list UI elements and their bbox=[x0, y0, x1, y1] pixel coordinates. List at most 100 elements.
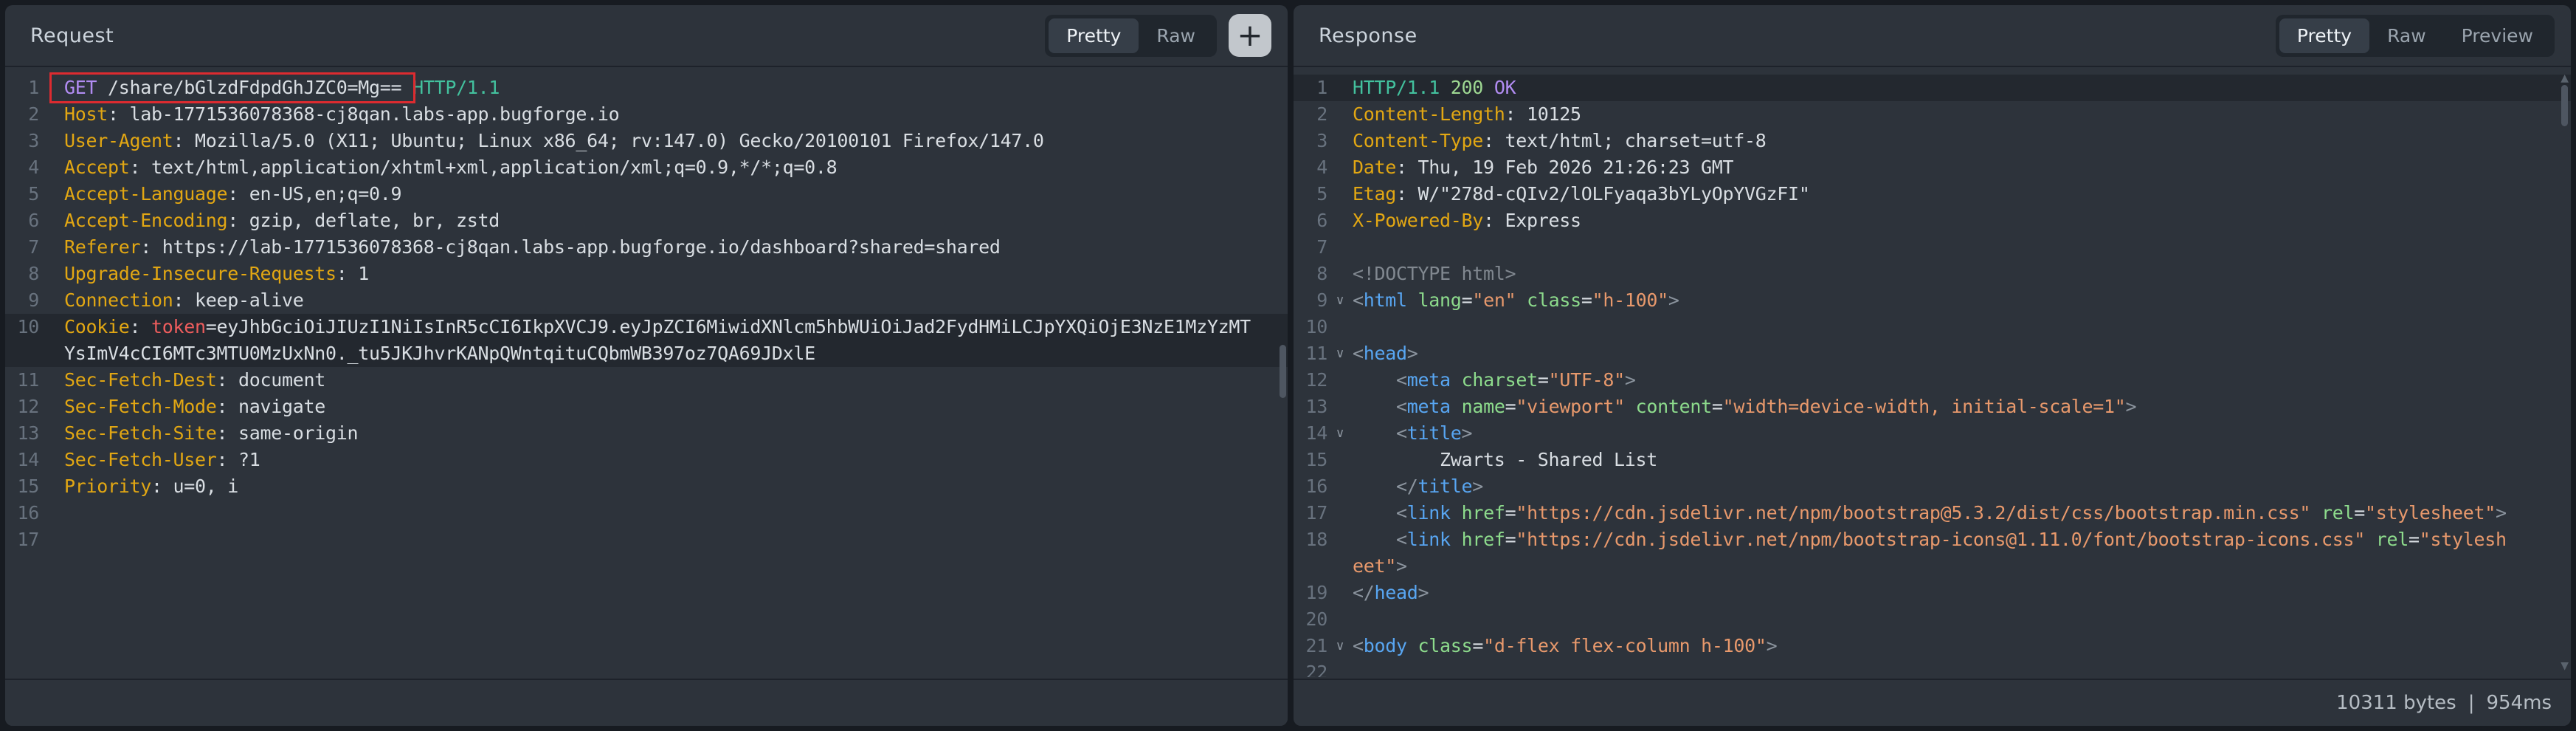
fold-spacer bbox=[39, 128, 64, 154]
code-line[interactable]: 6Accept-Encoding: gzip, deflate, br, zst… bbox=[5, 207, 1288, 234]
code-line[interactable]: 2Content-Length: 10125 bbox=[1294, 101, 2571, 128]
tab-preview[interactable]: Preview bbox=[2444, 18, 2551, 53]
code-line[interactable]: 21∨<body class="d-flex flex-column h-100… bbox=[1294, 633, 2571, 659]
code-line[interactable]: 1GET /share/bGlzdFdpdGhJZC0=Mg== HTTP/1.… bbox=[5, 75, 1288, 101]
request-panel-header: Request PrettyRaw + bbox=[5, 5, 1288, 67]
code-text bbox=[1353, 659, 2571, 677]
code-line[interactable]: 4Accept: text/html,application/xhtml+xml… bbox=[5, 154, 1288, 181]
fold-spacer bbox=[39, 234, 64, 261]
code-line[interactable]: 10 bbox=[1294, 314, 2571, 340]
scroll-up-arrow-icon[interactable]: ▲ bbox=[2561, 73, 2569, 83]
code-line[interactable]: 18 <link href="https://cdn.jsdelivr.net/… bbox=[1294, 526, 2571, 553]
request-scrollbar-thumb[interactable] bbox=[1280, 345, 1286, 398]
request-editor[interactable]: 1GET /share/bGlzdFdpdGhJZC0=Mg== HTTP/1.… bbox=[5, 69, 1288, 677]
code-text: </head> bbox=[1353, 580, 2571, 606]
fold-spacer bbox=[39, 261, 64, 287]
fold-spacer bbox=[1327, 394, 1353, 420]
code-line[interactable]: 17 <link href="https://cdn.jsdelivr.net/… bbox=[1294, 500, 2571, 526]
code-line[interactable]: 4Date: Thu, 19 Feb 2026 21:26:23 GMT bbox=[1294, 154, 2571, 181]
code-text bbox=[64, 526, 1288, 553]
code-line[interactable]: 7Referer: https://lab-1771536078368-cj8q… bbox=[5, 234, 1288, 261]
scroll-down-arrow-icon[interactable]: ▼ bbox=[2561, 661, 2569, 671]
add-request-button[interactable]: + bbox=[1229, 14, 1271, 57]
code-line[interactable]: 16 </title> bbox=[1294, 473, 2571, 500]
code-text: Connection: keep-alive bbox=[64, 287, 1288, 314]
code-text: User-Agent: Mozilla/5.0 (X11; Ubuntu; Li… bbox=[64, 128, 1288, 154]
line-number: 14 bbox=[1294, 420, 1327, 447]
status-separator: | bbox=[2468, 692, 2475, 714]
code-text: <body class="d-flex flex-column h-100"> bbox=[1353, 633, 2571, 659]
line-number: 9 bbox=[1294, 287, 1327, 314]
fold-spacer bbox=[39, 75, 64, 101]
code-line[interactable]: 19</head> bbox=[1294, 580, 2571, 606]
tab-raw[interactable]: Raw bbox=[2369, 18, 2444, 53]
code-line[interactable]: 12Sec-Fetch-Mode: navigate bbox=[5, 394, 1288, 420]
fold-spacer bbox=[1327, 606, 1353, 633]
code-line[interactable]: 3Content-Type: text/html; charset=utf-8 bbox=[1294, 128, 2571, 154]
code-line[interactable]: 16 bbox=[5, 500, 1288, 526]
code-line[interactable]: 22 bbox=[1294, 659, 2571, 677]
code-text: <meta name="viewport" content="width=dev… bbox=[1353, 394, 2571, 420]
code-line[interactable]: 11∨<head> bbox=[1294, 340, 2571, 367]
line-number: 13 bbox=[5, 420, 39, 447]
code-text: X-Powered-By: Express bbox=[1353, 207, 2571, 234]
code-line[interactable]: 14∨ <title> bbox=[1294, 420, 2571, 447]
fold-spacer bbox=[1327, 207, 1353, 234]
code-text: Accept-Language: en-US,en;q=0.9 bbox=[64, 181, 1288, 207]
code-line[interactable]: 1HTTP/1.1 200 OK bbox=[1294, 75, 2571, 101]
response-panel: Response PrettyRawPreview 1HTTP/1.1 200 … bbox=[1294, 5, 2571, 726]
fold-arrow-icon[interactable]: ∨ bbox=[1327, 287, 1353, 314]
code-line[interactable]: YsImV4cCI6MTc3MTU0MzUxNn0._tu5JKJhvrKANp… bbox=[5, 340, 1288, 367]
fold-spacer bbox=[39, 526, 64, 553]
line-number: 12 bbox=[1294, 367, 1327, 394]
code-text: <!DOCTYPE html> bbox=[1353, 261, 2571, 287]
code-line[interactable]: 14Sec-Fetch-User: ?1 bbox=[5, 447, 1288, 473]
fold-arrow-icon[interactable]: ∨ bbox=[1327, 633, 1353, 659]
fold-spacer bbox=[39, 314, 64, 340]
request-header-controls: PrettyRaw + bbox=[1045, 14, 1271, 57]
fold-arrow-icon[interactable]: ∨ bbox=[1327, 340, 1353, 367]
fold-arrow-icon[interactable]: ∨ bbox=[1327, 420, 1353, 447]
fold-spacer bbox=[39, 447, 64, 473]
tab-raw[interactable]: Raw bbox=[1139, 18, 1213, 53]
code-text: <title> bbox=[1353, 420, 2571, 447]
line-number: 5 bbox=[1294, 181, 1327, 207]
tab-pretty[interactable]: Pretty bbox=[1049, 18, 1139, 53]
code-line[interactable]: 5Accept-Language: en-US,en;q=0.9 bbox=[5, 181, 1288, 207]
code-line[interactable]: 9∨<html lang="en" class="h-100"> bbox=[1294, 287, 2571, 314]
code-line[interactable]: 13 <meta name="viewport" content="width=… bbox=[1294, 394, 2571, 420]
code-line[interactable]: 7 bbox=[1294, 234, 2571, 261]
code-line[interactable]: 3User-Agent: Mozilla/5.0 (X11; Ubuntu; L… bbox=[5, 128, 1288, 154]
code-text bbox=[1353, 314, 2571, 340]
code-line[interactable]: 11Sec-Fetch-Dest: document bbox=[5, 367, 1288, 394]
code-line[interactable]: 8<!DOCTYPE html> bbox=[1294, 261, 2571, 287]
request-status-bar bbox=[5, 679, 1288, 726]
code-line[interactable]: 20 bbox=[1294, 606, 2571, 633]
line-number: 4 bbox=[5, 154, 39, 181]
code-line[interactable]: 15Priority: u=0, i bbox=[5, 473, 1288, 500]
fold-spacer bbox=[1327, 553, 1353, 580]
code-text: Accept-Encoding: gzip, deflate, br, zstd bbox=[64, 207, 1288, 234]
code-line[interactable]: 8Upgrade-Insecure-Requests: 1 bbox=[5, 261, 1288, 287]
code-line[interactable]: 2Host: lab-1771536078368-cj8qan.labs-app… bbox=[5, 101, 1288, 128]
code-line[interactable]: 17 bbox=[5, 526, 1288, 553]
response-editor[interactable]: 1HTTP/1.1 200 OK2Content-Length: 101253C… bbox=[1294, 69, 2571, 677]
tab-pretty[interactable]: Pretty bbox=[2279, 18, 2369, 53]
response-size: 10311 bytes bbox=[2336, 692, 2456, 714]
fold-spacer bbox=[39, 500, 64, 526]
code-line[interactable]: 15 Zwarts - Shared List bbox=[1294, 447, 2571, 473]
code-line[interactable]: 12 <meta charset="UTF-8"> bbox=[1294, 367, 2571, 394]
code-text: Host: lab-1771536078368-cj8qan.labs-app.… bbox=[64, 101, 1288, 128]
code-line[interactable]: eet"> bbox=[1294, 553, 2571, 580]
code-text: </title> bbox=[1353, 473, 2571, 500]
response-scrollbar-thumb[interactable] bbox=[2561, 85, 2568, 126]
code-line[interactable]: 9 Connection: keep-alive bbox=[5, 287, 1288, 314]
line-number: 8 bbox=[5, 261, 39, 287]
code-text: Zwarts - Shared List bbox=[1353, 447, 2571, 473]
line-number: 9 bbox=[5, 287, 39, 314]
code-line[interactable]: 13Sec-Fetch-Site: same-origin bbox=[5, 420, 1288, 447]
line-number: 7 bbox=[5, 234, 39, 261]
code-line[interactable]: 6X-Powered-By: Express bbox=[1294, 207, 2571, 234]
code-line[interactable]: 5Etag: W/"278d-cQIv2/lOLFyaqa3bYLyOpYVGz… bbox=[1294, 181, 2571, 207]
code-line[interactable]: 10Cookie: token=eyJhbGciOiJIUzI1NiIsInR5… bbox=[5, 314, 1288, 340]
